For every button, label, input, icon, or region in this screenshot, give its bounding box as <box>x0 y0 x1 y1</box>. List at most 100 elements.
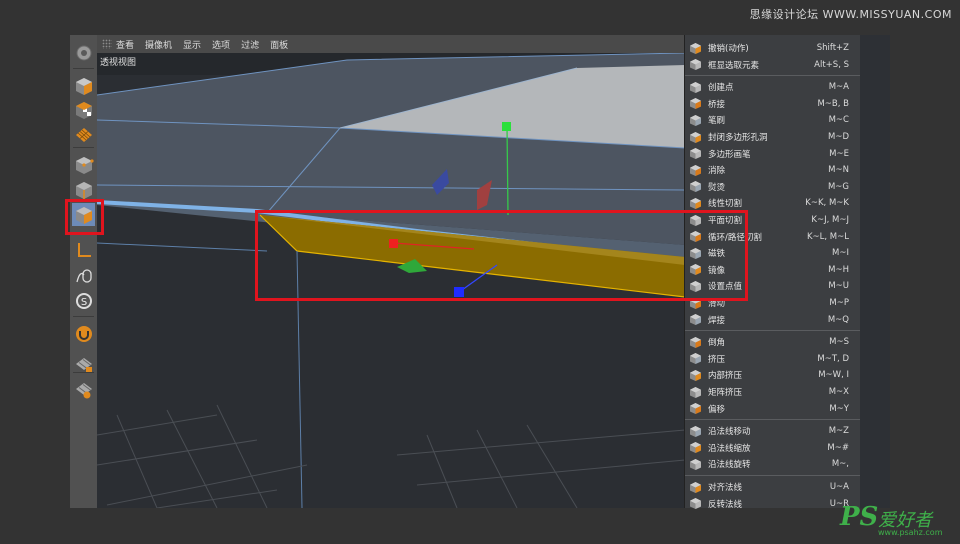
menu-item-brush[interactable]: 笔刷 M~C <box>685 112 861 128</box>
menu-item-shortcut: Shift+Z <box>816 43 849 53</box>
create-point-icon <box>688 81 702 94</box>
cinema4d-window: S 查看 摄像机 显示 选项 过滤 面板 透视视图 撤销(动作) Shift+Z… <box>65 35 890 510</box>
menu-item-offset[interactable]: 偏移 M~Y <box>685 401 861 417</box>
menu-item-line-cut[interactable]: 线性切割 K~K, M~K <box>685 195 861 211</box>
left-toolbar: S <box>70 35 97 508</box>
magnet-tool[interactable] <box>72 322 95 345</box>
dissolve-icon <box>688 164 702 177</box>
viewport-menu-item[interactable]: 查看 <box>116 38 134 51</box>
viewport-menu-item[interactable]: 过滤 <box>241 38 259 51</box>
matrix-extrude-icon <box>688 386 702 399</box>
menu-item-label: 倒角 <box>708 338 726 349</box>
menu-item-shortcut: M~X <box>828 387 849 397</box>
workplane-grid-tool[interactable] <box>72 378 95 401</box>
settings-cog-icon <box>76 45 91 60</box>
menu-item-extrude[interactable]: 挤压 M~T, D <box>685 351 861 367</box>
bridge-icon <box>688 97 702 110</box>
edge-mode-cube-icon <box>75 181 92 199</box>
menu-item-reverse-normals[interactable]: 反转法线 U~R <box>685 496 861 512</box>
viewport-menubar: 查看 摄像机 显示 选项 过滤 面板 <box>97 35 685 53</box>
tweak-mode-tool[interactable] <box>72 264 95 287</box>
normal-move-icon <box>688 425 702 438</box>
point-mode-cube-icon <box>75 156 94 174</box>
orange-grid-tool[interactable] <box>72 123 95 146</box>
menu-item-close-hole[interactable]: 封闭多边形孔洞 M~D <box>685 129 861 145</box>
normal-scale-icon <box>688 441 702 454</box>
viewport-grip-icon[interactable] <box>102 39 112 49</box>
menu-separator <box>685 419 861 421</box>
settings-cog-tool[interactable] <box>72 41 95 64</box>
menu-item-label: 熨烫 <box>708 182 726 193</box>
menu-item-shortcut: M~Y <box>829 403 849 414</box>
cube-view-tool[interactable] <box>72 74 95 97</box>
menu-item-normal-scale[interactable]: 沿法线缩放 M~# <box>685 440 861 456</box>
workplane-grid-icon <box>75 382 92 398</box>
menu-item-shortcut: M~G <box>827 181 849 192</box>
menu-item-label: 反转法线 <box>708 499 743 510</box>
brush-icon <box>688 114 702 127</box>
menu-item-label: 沿法线移动 <box>708 427 751 438</box>
watermark-top: 思缘设计论坛 WWW.MISSYUAN.COM <box>749 8 952 21</box>
viewport-menu-item[interactable]: 面板 <box>270 38 288 51</box>
menu-item-label: 撤销(动作) <box>708 44 749 54</box>
menu-item-shortcut: M~W, I <box>818 370 849 381</box>
menu-item-shortcut: M~A <box>828 82 849 93</box>
menu-item-label: 焊接 <box>708 315 726 326</box>
menu-item-label: 消除 <box>708 166 726 177</box>
watermark-url: www.psahz.com <box>878 528 943 537</box>
svg-text:S: S <box>80 297 86 308</box>
viewport-title: 透视视图 <box>100 58 137 68</box>
gizmo-y-handle <box>502 122 511 131</box>
watermark-logo: PS <box>840 502 879 532</box>
toolbar-separator <box>73 68 94 69</box>
menu-item-normal-move[interactable]: 沿法线移动 M~Z <box>685 423 861 439</box>
menu-item-frame-selected[interactable]: 框显选取元素 Alt+S, S <box>685 57 861 73</box>
menu-item-dissolve[interactable]: 消除 M~N <box>685 162 861 178</box>
menu-item-weld[interactable]: 焊接 M~Q <box>685 312 861 328</box>
menu-item-align-normals[interactable]: 对齐法线 U~A <box>685 479 861 495</box>
tweak-mode-icon <box>75 268 92 283</box>
close-hole-icon <box>688 131 702 144</box>
menu-item-undo[interactable]: 撤销(动作) Shift+Z <box>685 40 861 56</box>
magnet-icon <box>75 325 92 342</box>
menu-item-shortcut: M~Q <box>827 314 849 325</box>
polygon-pen-icon <box>688 147 702 160</box>
menu-item-bevel[interactable]: 倒角 M~S <box>685 334 861 350</box>
menu-item-label: 沿法线缩放 <box>708 443 751 454</box>
axis-mode-icon <box>77 242 91 257</box>
viewport-menu-item[interactable]: 选项 <box>212 38 230 51</box>
normal-rotate-icon <box>688 458 702 471</box>
viewport-right-strip <box>860 35 890 508</box>
menu-item-create-point[interactable]: 创建点 M~A <box>685 79 861 95</box>
extrude-inner-icon <box>688 369 702 382</box>
menu-item-shortcut: M~P <box>829 298 849 308</box>
toolbar-separator <box>73 372 94 373</box>
menu-item-shortcut: K~J, M~J <box>811 215 849 225</box>
menu-item-iron[interactable]: 熨烫 M~G <box>685 179 861 195</box>
snap-tool[interactable]: S <box>72 289 95 312</box>
menu-item-shortcut: M~E <box>829 148 849 159</box>
checker-cube-tool[interactable] <box>72 98 95 121</box>
line-cut-icon <box>688 197 702 210</box>
orange-grid-icon <box>75 127 92 142</box>
viewport-menu-item[interactable]: 摄像机 <box>145 38 172 51</box>
axis-mode-tool[interactable] <box>72 238 95 261</box>
menu-item-extrude-inner[interactable]: 内部挤压 M~W, I <box>685 367 861 383</box>
menu-item-label: 桥接 <box>708 99 726 110</box>
menu-item-matrix-extrude[interactable]: 矩阵挤压 M~X <box>685 384 861 400</box>
cube-view-icon <box>75 77 92 95</box>
menu-item-shortcut: M~Z <box>828 426 849 437</box>
edge-mode-cube-tool[interactable] <box>72 178 95 201</box>
menu-item-shortcut: Alt+S, S <box>814 59 849 70</box>
point-mode-cube-tool[interactable] <box>72 153 95 176</box>
menu-item-shortcut: M~T, D <box>817 353 849 364</box>
menu-item-shortcut: M~# <box>827 442 849 453</box>
menu-item-bridge[interactable]: 桥接 M~B, B <box>685 96 861 112</box>
menu-item-label: 偏移 <box>708 404 726 415</box>
menu-item-normal-rotate[interactable]: 沿法线旋转 M~, <box>685 456 861 472</box>
menu-item-shortcut: M~U <box>828 281 849 292</box>
viewport-menu-item[interactable]: 显示 <box>183 38 201 51</box>
watermark-bottom: PS 爱好者 www.psahz.com <box>840 502 952 540</box>
menu-item-polygon-pen[interactable]: 多边形画笔 M~E <box>685 146 861 162</box>
menu-item-shortcut: M~S <box>829 337 849 348</box>
